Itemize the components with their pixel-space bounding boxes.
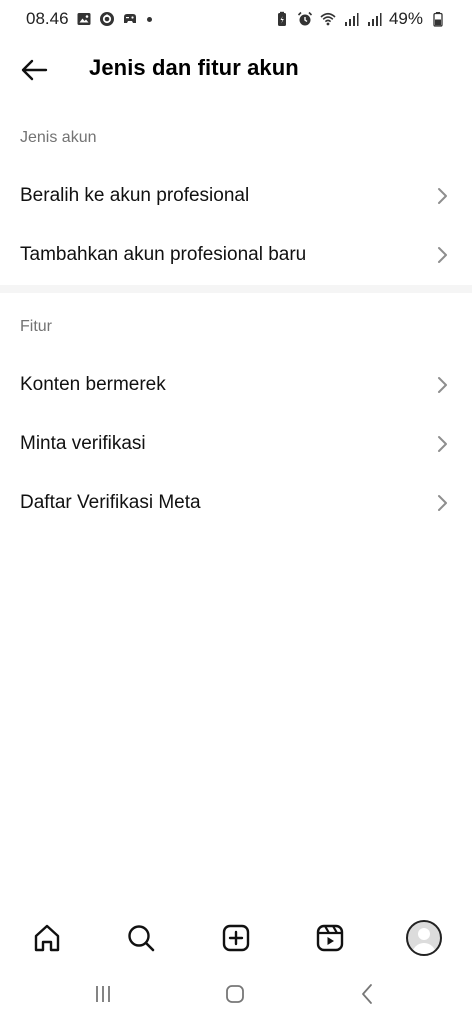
- row-add-professional[interactable]: Tambahkan akun profesional baru: [0, 226, 472, 284]
- row-branded-content[interactable]: Konten bermerek: [0, 356, 472, 414]
- section-label-jenis-akun: Jenis akun: [20, 129, 97, 146]
- battery-percent: 49%: [388, 9, 423, 28]
- alarm-icon: [297, 11, 313, 27]
- back-system-button[interactable]: [353, 982, 383, 1006]
- row-label: Beralih ke akun profesional: [20, 185, 250, 206]
- dot-icon: [146, 16, 152, 22]
- back-nav-icon: [362, 984, 372, 1004]
- image-icon: [76, 11, 92, 27]
- wifi-icon: [320, 11, 336, 27]
- battery-saver-icon: [274, 11, 290, 27]
- section-divider: [0, 285, 472, 293]
- row-label: Konten bermerek: [20, 374, 166, 395]
- row-switch-professional[interactable]: Beralih ke akun profesional: [0, 167, 472, 225]
- chevron-right-icon: [438, 495, 447, 511]
- battery-icon: [430, 11, 446, 27]
- status-bar: 08.46 49%: [0, 0, 472, 38]
- create-icon: [222, 924, 250, 952]
- chevron-right-icon: [438, 436, 447, 452]
- arrow-left-icon: [21, 59, 48, 81]
- home-button-icon: [226, 985, 244, 1003]
- bottom-nav: [0, 906, 472, 966]
- signal-icon: [343, 11, 359, 27]
- game-icon: [122, 11, 138, 27]
- back-button[interactable]: [18, 54, 50, 86]
- nav-profile-button[interactable]: [404, 918, 444, 958]
- chevron-right-icon: [438, 247, 447, 263]
- recent-apps-button[interactable]: [88, 982, 118, 1006]
- row-label: Minta verifikasi: [20, 433, 146, 454]
- nav-create-button[interactable]: [216, 918, 256, 958]
- chevron-right-icon: [438, 377, 447, 393]
- recent-apps-icon: [96, 986, 110, 1002]
- profile-avatar: [406, 920, 442, 956]
- signal-icon-2: [366, 11, 382, 27]
- nav-search-button[interactable]: [121, 918, 161, 958]
- reels-icon: [316, 924, 344, 952]
- status-time: 08.46: [26, 9, 69, 28]
- row-label: Daftar Verifikasi Meta: [20, 492, 201, 513]
- search-icon: [128, 925, 155, 952]
- row-label: Tambahkan akun profesional baru: [20, 244, 307, 265]
- home-system-button[interactable]: [220, 982, 250, 1006]
- header: Jenis dan fitur akun: [0, 40, 472, 100]
- home-icon: [34, 924, 60, 952]
- nav-home-button[interactable]: [27, 918, 67, 958]
- system-nav-bar: [0, 972, 472, 1016]
- row-request-verification[interactable]: Minta verifikasi: [0, 415, 472, 473]
- row-meta-verified[interactable]: Daftar Verifikasi Meta: [0, 474, 472, 532]
- section-label-fitur: Fitur: [20, 318, 52, 335]
- nav-reels-button[interactable]: [310, 918, 350, 958]
- status-left: 08.46: [26, 9, 152, 29]
- status-right: 49%: [274, 9, 446, 29]
- chevron-right-icon: [438, 188, 447, 204]
- sync-icon: [99, 11, 115, 27]
- page-title: Jenis dan fitur akun: [89, 55, 299, 80]
